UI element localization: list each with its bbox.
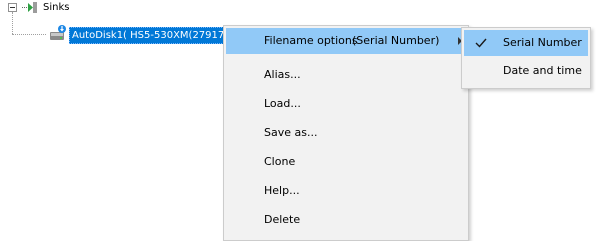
checkmark-icon xyxy=(475,38,487,48)
menu-item-help[interactable]: Help... xyxy=(226,178,466,204)
disk-drive-icon xyxy=(50,25,66,40)
tree-connector-vertical xyxy=(12,12,13,34)
menu-item-delete[interactable]: Delete xyxy=(226,207,466,233)
submenu-item-label: Date and time xyxy=(503,64,582,77)
menu-item-label: Save as... xyxy=(264,126,318,139)
menu-item-detail: (Serial Number) xyxy=(352,34,440,47)
menu-item-label: Delete xyxy=(264,213,301,226)
menu-item-label: Filename options xyxy=(264,34,358,47)
sinks-arrow-icon xyxy=(22,2,37,13)
menu-item-label: Load... xyxy=(264,97,301,110)
tree-connector-horizontal xyxy=(12,34,46,35)
menu-item-label: Clone xyxy=(264,155,296,168)
menu-item-label: Help... xyxy=(264,184,300,197)
menu-item-save-as[interactable]: Save as... xyxy=(226,120,466,146)
tree-root-label[interactable]: Sinks xyxy=(43,2,69,13)
tree-item-autodisk[interactable]: AutoDisk1( HS5-530XM(27917) ) xyxy=(69,27,239,44)
context-menu: Filename options (Serial Number) Alias..… xyxy=(223,25,469,241)
submenu-item-label: Serial Number xyxy=(503,36,582,49)
submenu-item-date-and-time[interactable]: Date and time xyxy=(464,58,588,84)
filename-options-submenu: Serial Number Date and time xyxy=(461,27,591,89)
menu-item-alias[interactable]: Alias... xyxy=(226,62,466,88)
collapse-toggle-icon[interactable] xyxy=(8,3,17,12)
submenu-item-serial-number[interactable]: Serial Number xyxy=(464,30,588,56)
menu-item-filename-options[interactable]: Filename options (Serial Number) xyxy=(226,28,466,54)
menu-item-clone[interactable]: Clone xyxy=(226,149,466,175)
menu-item-load[interactable]: Load... xyxy=(226,91,466,117)
menu-item-label: Alias... xyxy=(264,68,301,81)
